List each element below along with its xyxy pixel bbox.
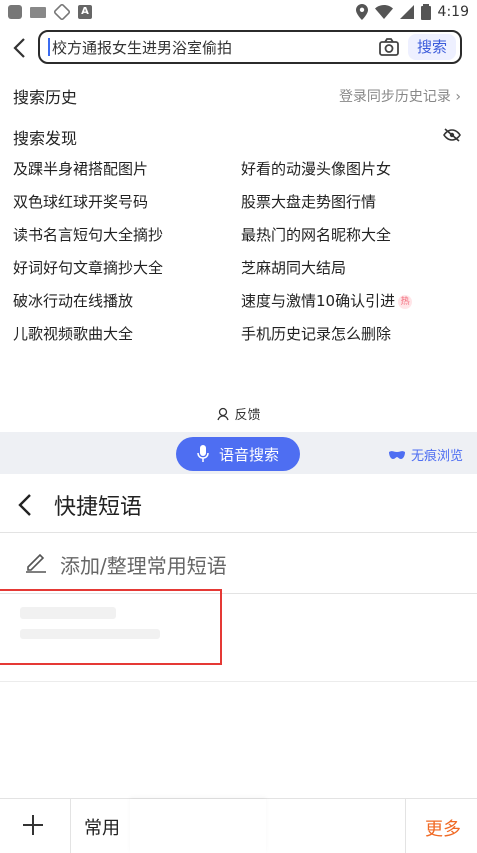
discovery-item[interactable]: 及踝半身裙搭配图片 [13,158,148,179]
discovery-title: 搜索发现 [13,129,78,148]
discovery-item[interactable]: 好词好句文章摘抄大全 [13,257,163,278]
hot-badge: 热 [398,294,413,309]
search-box[interactable]: 校方通报女生进男浴室偷拍 搜索 [38,30,462,64]
feedback-label: 反馈 [234,408,261,423]
back-arrow-icon[interactable] [16,492,34,518]
mask-icon [388,450,405,459]
add-phrase-row[interactable]: 添加/整理常用短语 [0,533,477,594]
keyboard-icon [30,6,46,18]
voice-search-label: 语音搜索 [218,445,279,464]
hide-eye-icon[interactable] [443,128,461,142]
phrases-header: 快捷短语 [0,476,477,533]
sync-history-link[interactable]: 登录同步历史记录 › [339,86,461,106]
discovery-item-hot[interactable]: 速度与激情10确认引进热 [241,290,413,311]
discovery-item-label: 速度与激情10确认引进 [241,292,396,310]
signal-icon [399,5,414,19]
discovery-item[interactable]: 芝麻胡同大结局 [241,257,346,278]
incognito-label: 无痕浏览 [410,449,463,464]
divider [70,799,71,853]
plus-icon[interactable] [22,814,44,836]
phrases-title: 快捷短语 [54,495,143,520]
incognito-toggle[interactable]: 无痕浏览 [388,445,463,464]
discovery-item[interactable]: 读书名言短句大全摘抄 [13,224,163,245]
discovery-item[interactable]: 双色球红球开奖号码 [13,191,148,212]
discovery-item[interactable]: 儿歌视频歌曲大全 [13,323,133,344]
discovery-item[interactable]: 好看的动漫头像图片女 [241,158,391,179]
add-phrase-label: 添加/整理常用短语 [60,554,227,578]
divider [405,799,406,853]
microphone-icon [197,445,209,462]
battery-icon [420,4,431,20]
back-arrow-icon[interactable] [10,37,30,59]
highlight-box [0,589,222,665]
baidu-paw-icon [8,5,22,19]
discovery-item[interactable]: 手机历史记录怎么删除 [241,323,391,344]
text-cursor [48,38,50,56]
tab-common[interactable]: 常用 [84,814,120,840]
discovery-item[interactable]: 破冰行动在线播放 [13,290,133,311]
search-input[interactable]: 校方通报女生进男浴室偷拍 [52,37,378,58]
discovery-item[interactable]: 股票大盘走势图行情 [241,191,376,212]
voice-bar: 语音搜索 无痕浏览 [0,432,477,474]
settings-hex-icon [52,2,72,22]
more-button[interactable]: 更多 [425,815,461,841]
a-app-icon: A [78,5,92,19]
status-bar: A 4:19 [0,0,477,24]
camera-icon[interactable] [378,36,400,58]
pencil-icon [26,553,46,573]
history-title: 搜索历史 [13,88,78,107]
tab-blank[interactable] [130,799,266,853]
feedback-icon [217,407,230,421]
clock: 4:19 [437,4,469,20]
voice-search-button[interactable]: 语音搜索 [176,437,300,471]
bottom-toolbar: 常用 更多 [0,798,477,853]
search-button[interactable]: 搜索 [408,34,456,60]
location-icon [355,4,368,20]
notification-icons: A [8,2,92,22]
wifi-icon [374,5,393,19]
feedback-link[interactable]: 反馈 [0,404,477,423]
system-icons: 4:19 [355,0,469,24]
discovery-item[interactable]: 最热门的网名昵称大全 [241,224,391,245]
